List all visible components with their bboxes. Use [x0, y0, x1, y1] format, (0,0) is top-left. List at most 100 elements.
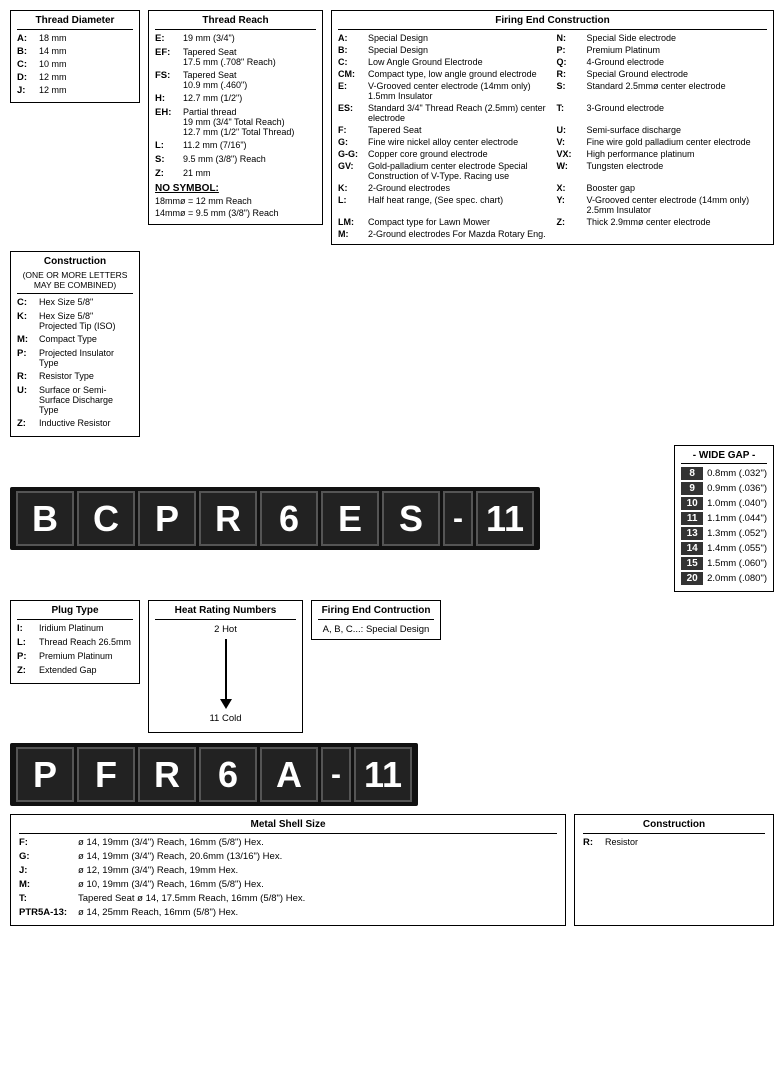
- entry-val: Iridium Platinum: [39, 623, 104, 634]
- fkey: Q:: [557, 57, 585, 67]
- gap-num: 15: [681, 557, 703, 570]
- entry-val: 18 mm: [39, 33, 67, 44]
- fval: Low Angle Ground Electrode: [368, 57, 483, 67]
- firing-entry-col1: B:Special Design: [338, 45, 549, 55]
- construction-subtitle: (ONE OR MORE LETTERS MAY BE COMBINED): [17, 270, 133, 290]
- construction-box: Construction (ONE OR MORE LETTERS MAY BE…: [10, 251, 140, 437]
- construction-entry: M:Compact Type: [17, 334, 133, 345]
- thread-reach-entry: EF:Tapered Seat17.5 mm (.708" Reach): [155, 47, 316, 67]
- fval: Half heat range, (See spec. chart): [368, 195, 503, 215]
- banner1-char: C: [77, 491, 135, 546]
- entry-val: Projected Insulator Type: [39, 348, 133, 368]
- fkey: K:: [338, 183, 366, 193]
- fval: Copper core ground electrode: [368, 149, 488, 159]
- entry-val: 12 mm: [39, 72, 67, 83]
- entry-val: 10 mm: [39, 59, 67, 70]
- thread-diameter-entry: B:14 mm: [17, 46, 133, 57]
- firing-entry-col1: G-G:Copper core ground electrode: [338, 149, 549, 159]
- firing-entry-col2: T:3-Ground electrode: [557, 103, 768, 123]
- banner1-char: -: [443, 491, 473, 546]
- entry-key: P:: [17, 651, 39, 662]
- entry-key: S:: [155, 154, 183, 165]
- construction-bottom-title: Construction: [583, 819, 765, 830]
- gap-entry: 101.0mm (.040"): [681, 497, 767, 510]
- fkey: LM:: [338, 217, 366, 227]
- entry-key: Z:: [155, 168, 183, 179]
- firing-entry-col2: Q:4-Ground electrode: [557, 57, 768, 67]
- entry-key: K:: [17, 311, 39, 331]
- banner2-char: 6: [199, 747, 257, 802]
- no-symbol-title: NO SYMBOL:: [155, 183, 316, 194]
- metal-shell-entry: M:ø 10, 19mm (3/4") Reach, 16mm (5/8") H…: [19, 879, 557, 890]
- no-symbol-entry: 18mmø = 12 mm Reach: [155, 196, 316, 206]
- fkey: ES:: [338, 103, 366, 123]
- fval: High performance platinum: [587, 149, 695, 159]
- firing-entry-col2: R:Special Ground electrode: [557, 69, 768, 79]
- fval: Special Design: [368, 33, 428, 43]
- mid-section: Construction (ONE OR MORE LETTERS MAY BE…: [10, 251, 774, 437]
- gap-num: 8: [681, 467, 703, 480]
- thread-reach-entries: E:19 mm (3/4")EF:Tapered Seat17.5 mm (.7…: [155, 33, 316, 218]
- fval: 2-Ground electrodes For Mazda Rotary Eng…: [368, 229, 546, 239]
- fval: Premium Platinum: [587, 45, 661, 55]
- construction-entry: K:Hex Size 5/8" Projected Tip (ISO): [17, 311, 133, 331]
- metal-val: ø 14, 19mm (3/4") Reach, 16mm (5/8") Hex…: [78, 837, 264, 848]
- metal-key: G:: [19, 851, 74, 862]
- wide-gap-box: - WIDE GAP - 80.8mm (.032")90.9mm (.036"…: [674, 445, 774, 592]
- entry-key: A:: [17, 33, 39, 44]
- bottom-section: Metal Shell Size F:ø 14, 19mm (3/4") Rea…: [10, 814, 774, 926]
- fkey: VX:: [557, 149, 585, 159]
- entry-val: 12.7 mm (1/2"): [183, 93, 242, 104]
- entry-key: L:: [155, 140, 183, 151]
- construction-bottom-entries: R:Resistor: [583, 837, 765, 848]
- firing-entry-col2: V:Fine wire gold palladium center electr…: [557, 137, 768, 147]
- entry-val: Resistor Type: [39, 371, 94, 382]
- firing-entry-col2: X:Booster gap: [557, 183, 768, 193]
- metal-shell-entry: F:ø 14, 19mm (3/4") Reach, 16mm (5/8") H…: [19, 837, 557, 848]
- banner2-container: PFR6A-11: [10, 743, 418, 806]
- firing-entry-col1: F:Tapered Seat: [338, 125, 549, 135]
- fval: Special Ground electrode: [587, 69, 689, 79]
- firing-entry-col1: LM:Compact type for Lawn Mower: [338, 217, 549, 227]
- entry-key: Z:: [17, 418, 39, 429]
- entry-key: R:: [17, 371, 39, 382]
- firing-entry-col1: C:Low Angle Ground Electrode: [338, 57, 549, 67]
- no-symbol-section: NO SYMBOL:18mmø = 12 mm Reach14mmø = 9.5…: [155, 183, 316, 218]
- metal-val: Tapered Seat ø 14, 17.5mm Reach, 16mm (5…: [78, 893, 305, 904]
- entry-key: J:: [17, 85, 39, 96]
- metal-key: T:: [19, 893, 74, 904]
- thread-diameter-entry: A:18 mm: [17, 33, 133, 44]
- gap-entry: 131.3mm (.052"): [681, 527, 767, 540]
- heat-numbers-box: Heat Rating Numbers 2 Hot 11 Cold: [148, 600, 303, 733]
- plug-type-entry: P:Premium Platinum: [17, 651, 133, 662]
- spacer: [148, 251, 323, 437]
- gap-val: 1.5mm (.060"): [707, 558, 767, 569]
- fval: Tapered Seat: [368, 125, 422, 135]
- entry-val: 12 mm: [39, 85, 67, 96]
- entry-val: Inductive Resistor: [39, 418, 111, 429]
- gap-entries: 80.8mm (.032")90.9mm (.036")101.0mm (.04…: [681, 467, 767, 585]
- thread-diameter-entry: C:10 mm: [17, 59, 133, 70]
- plug-type-entry: I:Iridium Platinum: [17, 623, 133, 634]
- firing-entry-col2: Z:Thick 2.9mmø center electrode: [557, 217, 768, 227]
- entry-key: D:: [17, 72, 39, 83]
- fkey: L:: [338, 195, 366, 215]
- fkey: S:: [557, 81, 585, 101]
- banner1-char: R: [199, 491, 257, 546]
- firing-entry-col1: M:2-Ground electrodes For Mazda Rotary E…: [338, 229, 549, 239]
- fval: V-Grooved center electrode (14mm only) 2…: [587, 195, 768, 215]
- gap-entry: 90.9mm (.036"): [681, 482, 767, 495]
- fval: 2-Ground electrodes: [368, 183, 450, 193]
- fkey: C:: [338, 57, 366, 67]
- entry-val: 21 mm: [183, 168, 211, 179]
- entry-val: Premium Platinum: [39, 651, 113, 662]
- gap-num: 14: [681, 542, 703, 555]
- entry-val: 9.5 mm (3/8") Reach: [183, 154, 266, 165]
- fval: Thick 2.9mmø center electrode: [587, 217, 711, 227]
- banner2-row: PFR6A-11: [10, 743, 774, 806]
- fkey: G:: [338, 137, 366, 147]
- fkey: T:: [557, 103, 585, 123]
- fval: Special Design: [368, 45, 428, 55]
- gap-val: 1.1mm (.044"): [707, 513, 767, 524]
- gap-entry: 202.0mm (.080"): [681, 572, 767, 585]
